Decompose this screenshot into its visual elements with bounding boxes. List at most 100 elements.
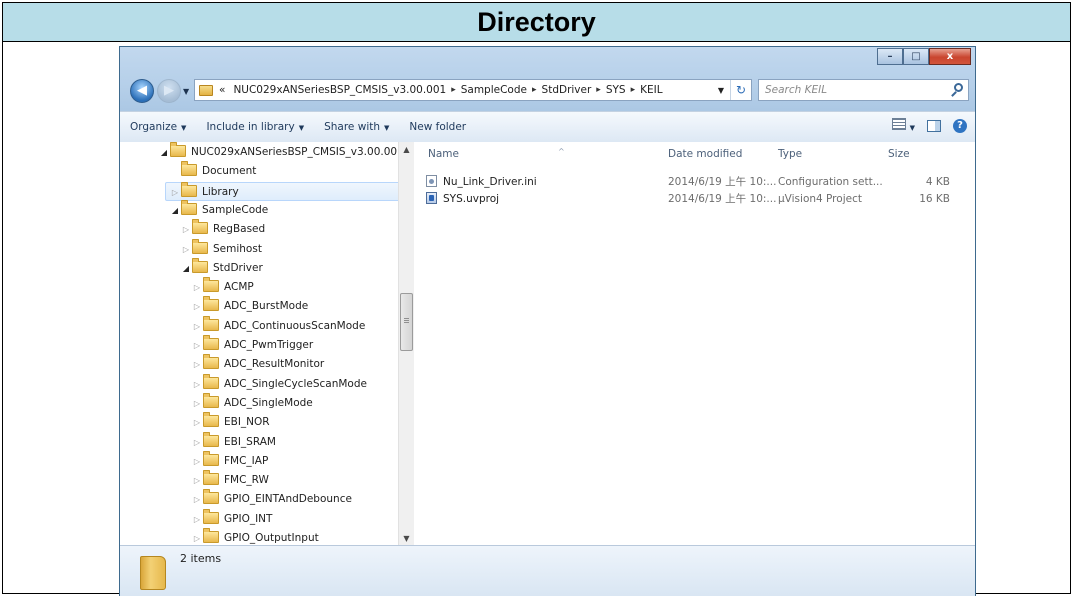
expand-closed-icon[interactable]: ▷	[191, 510, 203, 529]
column-header-size[interactable]: Size	[888, 148, 910, 160]
expand-closed-icon[interactable]: ▷	[191, 278, 203, 297]
tree-item[interactable]: ▷ ADC_SingleCycleScanMode	[191, 373, 367, 394]
window-controls: – □ x	[877, 48, 971, 65]
file-name: SYS.uvproj	[443, 193, 500, 205]
refresh-icon[interactable]: ↻	[730, 80, 751, 100]
preview-pane-icon[interactable]	[927, 119, 941, 132]
folder-icon	[181, 199, 197, 215]
tree-item[interactable]: ▷ ADC_BurstMode	[191, 296, 308, 316]
search-icon[interactable]	[954, 83, 963, 92]
folder-icon	[203, 470, 219, 486]
tree-item[interactable]: ▷ FMC_RW	[191, 470, 269, 490]
view-controls: ▼ ?	[892, 118, 967, 133]
explorer-window: – □ x ◀ ▶ ▼ « NUC029xANSeriesBSP_CMSIS_v…	[119, 46, 976, 596]
expand-closed-icon[interactable]: ▷	[191, 471, 203, 490]
document-header: Directory	[3, 3, 1070, 42]
tree-item[interactable]: ▷ ADC_ContinuousScanMode	[191, 315, 366, 336]
expand-closed-icon[interactable]: ▷	[180, 240, 192, 259]
file-row[interactable]: SYS.uvproj 2014/6/19 上午 10:... µVision4 …	[426, 190, 975, 208]
expand-closed-icon[interactable]: ▷	[180, 220, 192, 239]
expand-open-icon[interactable]: ◢	[180, 259, 192, 278]
share-with-button[interactable]: Share with ▼	[314, 121, 399, 133]
search-input[interactable]: Search KEIL	[758, 79, 969, 101]
tree-item[interactable]: ▷ ADC_PwmTrigger	[191, 335, 314, 355]
tree-item[interactable]: ▷ ADC_SingleMode	[191, 392, 313, 413]
expand-closed-icon[interactable]: ▷	[191, 297, 203, 316]
folder-icon	[203, 277, 219, 293]
tree-item[interactable]: ▷ EBI_SRAM	[191, 431, 276, 452]
tree-item[interactable]: ▷ GPIO_EINTAndDebounce	[191, 489, 352, 509]
folder-icon	[203, 508, 219, 524]
navigation-scrollbar[interactable]: ▲ ▼	[398, 142, 414, 546]
file-date: 2014/6/19 上午 10:...	[668, 193, 777, 205]
expand-closed-icon[interactable]: ▷	[169, 183, 181, 202]
help-icon[interactable]: ?	[953, 118, 967, 133]
tree-item[interactable]: ▷ FMC_IAP	[191, 450, 268, 471]
expand-closed-icon[interactable]: ▷	[191, 452, 203, 471]
tree-item[interactable]: ◢ StdDriver	[180, 257, 263, 278]
minimize-button[interactable]: –	[877, 48, 903, 65]
tree-item-label: EBI_SRAM	[224, 435, 276, 448]
back-button[interactable]: ◀	[130, 79, 154, 103]
breadcrumb-keil[interactable]: KEIL	[636, 84, 666, 96]
address-bar[interactable]: « NUC029xANSeriesBSP_CMSIS_v3.00.001 ▸ S…	[194, 79, 752, 101]
tree-item[interactable]: ▷ RegBased	[180, 219, 266, 239]
breadcrumb-sys[interactable]: SYS	[602, 84, 630, 96]
file-type: Configuration sett...	[778, 176, 883, 188]
close-button[interactable]: x	[929, 48, 971, 65]
tree-item[interactable]: ◢ SampleCode	[169, 199, 268, 220]
tree-item-label: ADC_PwmTrigger	[224, 339, 314, 351]
scroll-up-arrow-icon[interactable]: ▲	[399, 142, 414, 157]
folder-icon	[203, 296, 219, 312]
tree-item[interactable]: ▷ ACMP	[191, 277, 254, 297]
expand-closed-icon[interactable]: ▷	[191, 433, 203, 452]
file-size: 4 KB	[925, 176, 950, 188]
breadcrumb-samplecode[interactable]: SampleCode	[457, 84, 531, 96]
column-header-type[interactable]: Type	[778, 148, 802, 160]
folder-icon	[181, 161, 197, 177]
tree-item[interactable]: ▷ GPIO_INT	[191, 508, 272, 529]
tree-item-label: NUC029xANSeriesBSP_CMSIS_v3.00.001	[191, 146, 404, 158]
tree-item[interactable]: ▷ ADC_ResultMonitor	[191, 354, 324, 374]
tree-item[interactable]: ▷ EBI_NOR	[191, 412, 270, 432]
tree-item-label: ADC_SingleCycleScanMode	[224, 377, 367, 390]
column-header-date[interactable]: Date modified	[668, 148, 742, 160]
address-dropdown-icon[interactable]: ▼	[712, 86, 730, 95]
maximize-button[interactable]: □	[903, 48, 929, 65]
tree-item-label: EBI_NOR	[224, 416, 270, 429]
column-header-name[interactable]: Name ^	[428, 147, 565, 160]
file-row[interactable]: Nu_Link_Driver.ini 2014/6/19 上午 10:... C…	[426, 173, 975, 191]
expand-closed-icon[interactable]: ▷	[191, 355, 203, 374]
recent-pages-dropdown-icon[interactable]: ▼	[183, 87, 189, 96]
expand-open-icon[interactable]: ◢	[169, 201, 181, 220]
tree-item[interactable]: Document	[169, 161, 256, 181]
expand-closed-icon[interactable]: ▷	[191, 490, 203, 509]
breadcrumb-bsp[interactable]: NUC029xANSeriesBSP_CMSIS_v3.00.001	[229, 84, 450, 96]
tree-item[interactable]: ▷ GPIO_OutputInput	[191, 528, 319, 546]
expand-closed-icon[interactable]: ▷	[191, 317, 203, 336]
folder-icon	[203, 450, 219, 466]
forward-button[interactable]: ▶	[157, 79, 181, 103]
address-overflow[interactable]: «	[215, 84, 229, 96]
new-folder-button[interactable]: New folder	[399, 121, 476, 133]
scrollbar-thumb[interactable]	[400, 293, 413, 351]
breadcrumb-stddriver[interactable]: StdDriver	[538, 84, 596, 96]
expand-closed-icon[interactable]: ▷	[191, 336, 203, 355]
search-placeholder: Search KEIL	[765, 84, 828, 96]
tree-item[interactable]: ▷ Library	[165, 181, 401, 202]
expand-closed-icon[interactable]: ▷	[191, 394, 203, 413]
expand-closed-icon[interactable]: ▷	[191, 375, 203, 394]
change-view-button[interactable]: ▼	[892, 118, 915, 133]
tree-item[interactable]: ◢ NUC029xANSeriesBSP_CMSIS_v3.00.001	[158, 142, 404, 162]
include-in-library-button[interactable]: Include in library ▼	[196, 121, 314, 133]
expand-closed-icon[interactable]: ▷	[191, 413, 203, 432]
tree-item-label: RegBased	[213, 223, 266, 236]
expand-closed-icon[interactable]: ▷	[191, 529, 203, 546]
tree-item[interactable]: ▷ Semihost	[180, 238, 262, 259]
tree-item-label: FMC_RW	[224, 474, 269, 487]
organize-button[interactable]: Organize ▼	[120, 121, 196, 133]
document-title: Directory	[477, 7, 596, 37]
tree-item-label: ADC_ContinuousScanMode	[224, 319, 366, 332]
expand-open-icon[interactable]: ◢	[158, 143, 170, 162]
scroll-down-arrow-icon[interactable]: ▼	[399, 531, 414, 546]
